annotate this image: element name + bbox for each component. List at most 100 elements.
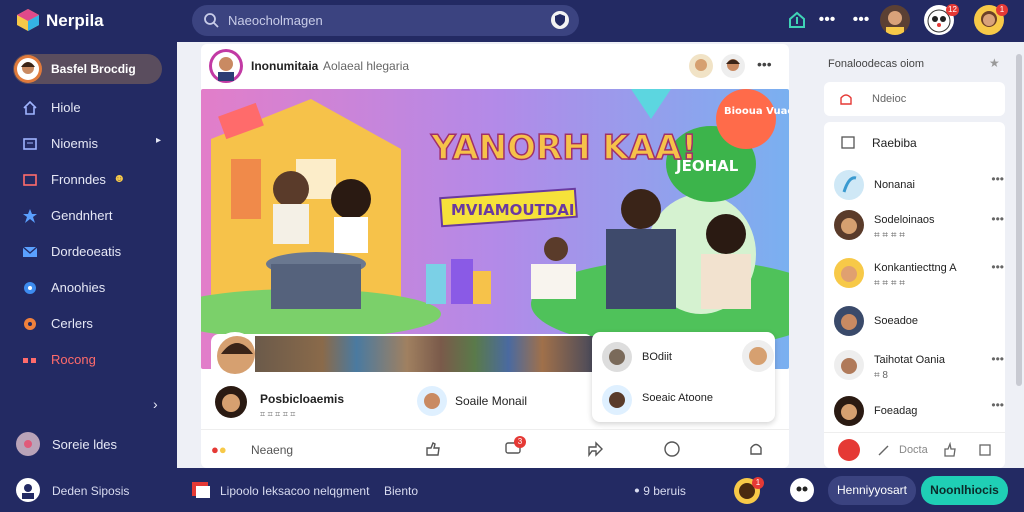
help-icon[interactable] [663, 440, 681, 458]
comment-count-badge: 3 [514, 436, 526, 448]
home-icon[interactable] [838, 439, 860, 461]
contact-name: Soeadoe [874, 315, 919, 327]
notice-card[interactable]: Ndeioc [824, 82, 1005, 116]
avatar[interactable] [721, 54, 745, 78]
search-bar[interactable]: Naeocholmagen [192, 5, 579, 36]
contact-item[interactable]: Konkantiecttng A ⌗ ⌗ ⌗ ⌗ ••• [834, 258, 1004, 294]
contact-menu-icon[interactable]: ••• [991, 260, 1004, 274]
bell-icon[interactable] [747, 440, 765, 458]
emoji-icon: ☻ [113, 171, 126, 185]
dots-icon [23, 358, 36, 363]
panda-icon[interactable] [790, 478, 814, 502]
right-column-header: Fonaloodecas oiom [828, 58, 925, 70]
avatar [834, 306, 864, 336]
mail-icon [22, 246, 38, 257]
popup-name[interactable]: BOdiit [642, 351, 672, 363]
avatar[interactable] [880, 5, 910, 35]
sidebar-item-home[interactable]: Hiole [18, 96, 168, 120]
sidebar-item-label: Hiole [51, 100, 81, 115]
banner-corner-text: Biooua Vuaen [724, 106, 789, 117]
calendar-icon [841, 136, 855, 149]
avatar[interactable] [602, 385, 632, 415]
post-options-icon[interactable]: ••• [757, 56, 772, 72]
sidebar: Basfel Brocdig Hiole Nioemis ▸ Fronndes … [0, 42, 177, 468]
contact-name: Nonanai [874, 179, 915, 191]
popup-name[interactable]: Soeaic Atoone [642, 392, 713, 404]
sidebar-item-news[interactable]: Nioemis ▸ [18, 132, 168, 156]
contact-item[interactable]: Taihotat Oania ⌗ 8 ••• [834, 350, 1004, 386]
chevron-right-icon[interactable]: › [153, 396, 158, 412]
suggestion-popup: BOdiit Soeaic Atoone [592, 332, 775, 422]
contact-item[interactable]: Foeadag ••• [834, 396, 1004, 432]
avatar[interactable] [742, 340, 774, 372]
contact-name: Taihotat Oania [874, 354, 945, 366]
contact-menu-icon[interactable]: ••• [991, 172, 1004, 186]
reactions-label: Neaeng [251, 443, 294, 457]
story-avatar[interactable] [213, 332, 257, 376]
more-dots-icon[interactable]: ••• [816, 9, 838, 31]
contact-item[interactable]: Nonanai ••• [834, 170, 1004, 206]
avatar [834, 350, 864, 380]
sidebar-profile[interactable]: Basfel Brocdig [13, 54, 162, 84]
story-avatar[interactable] [215, 386, 247, 418]
bottom-extra[interactable]: Biento [384, 484, 418, 498]
sidebar-bottom-item[interactable]: Soreie ldes [16, 432, 166, 458]
sidebar-item-star[interactable]: Gendnhert [18, 204, 168, 228]
menu-dots-icon[interactable]: ••• [850, 9, 872, 31]
contact-menu-icon[interactable]: ••• [991, 398, 1004, 412]
edit-icon[interactable] [876, 442, 892, 458]
bottom-notice[interactable]: Lipoolo Ieksacoo nelqgment [220, 484, 369, 498]
avatar[interactable] [602, 342, 632, 372]
sidebar-item-label: Cerlers [51, 316, 93, 331]
share-icon[interactable] [586, 440, 604, 458]
primary-button[interactable]: Noonlhiocis [921, 476, 1008, 505]
secondary-button[interactable]: Henniyyosart [828, 476, 916, 505]
post-banner-image[interactable]: YANORH KAA! MVIAMOUTDAI JEOHAL Biooua Vu… [201, 89, 789, 369]
sidebar-item-friends[interactable]: Fronndes ☻ [18, 168, 168, 192]
contact-item[interactable]: Sodeloinaos ⌗ ⌗ ⌗ ⌗ ••• [834, 210, 1004, 246]
contact-item[interactable]: Soeadoe [834, 306, 1004, 342]
user-avatar-icon[interactable] [16, 478, 40, 502]
shield-icon[interactable] [551, 11, 569, 29]
story-name[interactable]: Posbicloaemis [260, 392, 344, 406]
news-icon [23, 138, 37, 150]
banner-bubble-text: JEOHAL [675, 157, 739, 175]
post-header: Inonumitaia Aolaeal hlegaria ••• [201, 44, 789, 88]
avatar [14, 55, 42, 83]
profile-name: Basfel Brocdig [51, 62, 136, 76]
like-icon[interactable] [424, 440, 442, 458]
chevron-right-icon: ▸ [156, 135, 162, 146]
stories-strip: Posbicloaemis ⌗ ⌗ ⌗ ⌗ ⌗ Soaile Monail [211, 332, 593, 424]
sidebar-item-label: Dordeoeatis [51, 244, 122, 259]
contact-name: Foeadag [874, 405, 918, 417]
sidebar-item-mail[interactable]: Dordeoeatis [18, 240, 168, 264]
sidebar-item-circle[interactable]: Cerlers [18, 312, 168, 336]
contacts-card: Raebiba Nonanai ••• Sodeloinaos ⌗ ⌗ ⌗ ⌗ … [824, 122, 1005, 468]
sidebar-item-ring[interactable]: Rocong [18, 348, 168, 372]
story-avatar[interactable] [417, 386, 447, 416]
star-icon[interactable]: ★ [989, 56, 1000, 70]
sidebar-item-location[interactable]: Anoohies [18, 276, 168, 300]
post-author[interactable]: Inonumitaia [251, 59, 318, 73]
contact-menu-icon[interactable]: ••• [991, 212, 1004, 226]
story-thumbnails[interactable] [255, 336, 593, 372]
like-icon[interactable] [942, 442, 958, 458]
contacts-footer: Docta [824, 432, 1005, 468]
avatar[interactable] [689, 54, 713, 78]
story-name[interactable]: Soaile Monail [455, 394, 527, 408]
notification-icon[interactable] [190, 478, 212, 500]
notice-label: Ndeioc [872, 93, 907, 105]
scrollbar[interactable] [1016, 54, 1022, 386]
contact-status: ⌗ ⌗ ⌗ ⌗ [874, 278, 905, 289]
search-icon [204, 13, 219, 28]
reactions-bar: ●● Neaeng 3 [201, 429, 789, 468]
home-upload-icon[interactable] [786, 9, 808, 31]
feed-card: Inonumitaia Aolaeal hlegaria ••• YANORH … [201, 44, 789, 468]
app-logo-icon[interactable] [16, 8, 40, 32]
contact-menu-icon[interactable]: ••• [991, 352, 1004, 366]
avatar [834, 258, 864, 288]
bottom-user-name[interactable]: Deden Siposis [52, 484, 129, 498]
location-icon [24, 282, 36, 294]
author-avatar[interactable] [209, 49, 243, 83]
share-icon[interactable] [977, 442, 993, 458]
